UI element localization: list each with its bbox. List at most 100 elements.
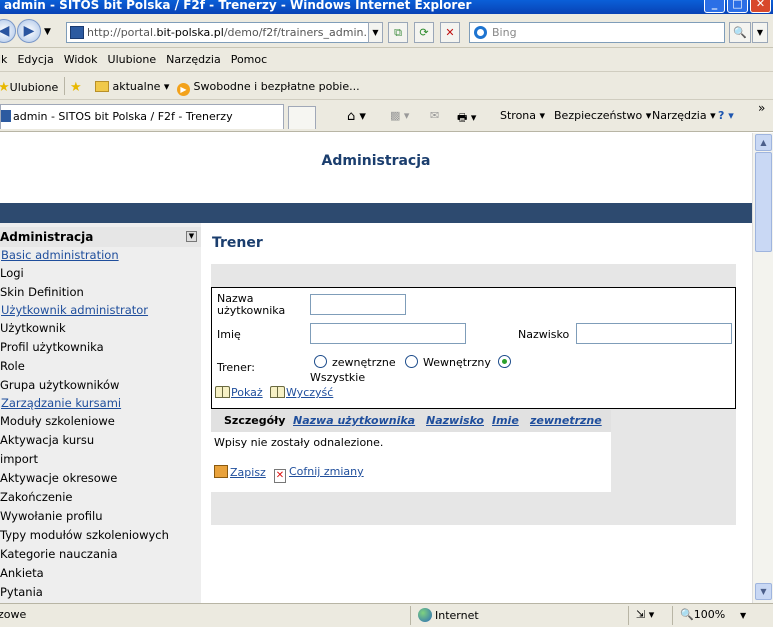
site-favicon-icon: [70, 26, 84, 39]
tab-trenerzy[interactable]: admin - SITOS bit Polska / F2f - Trenerz…: [0, 104, 284, 129]
main-content: Trener Nazwa użytkownika Imię Nazwisko T…: [201, 223, 752, 603]
sidebar-item-2[interactable]: Skin Definition: [0, 283, 201, 302]
mail-icon[interactable]: ✉: [430, 109, 439, 122]
help-icon[interactable]: ? ▾: [718, 109, 734, 122]
minimize-button[interactable]: _: [704, 0, 725, 13]
web-page: Administracja Administracja ▼ Basic admi…: [0, 133, 752, 603]
radio-all-label: Wszystkie: [310, 371, 366, 384]
col-username[interactable]: Nazwa użytkownika: [293, 410, 415, 432]
trainer-label: Trener:: [217, 361, 255, 374]
sidebar-item-15[interactable]: Typy modułów szkoleniowych: [0, 526, 201, 545]
radio-all[interactable]: [498, 355, 511, 368]
address-input[interactable]: http://portal.bit-polska.pl/demo/f2f/tra…: [66, 22, 382, 43]
col-details: Szczegóły: [224, 414, 286, 427]
sidebar-item-17[interactable]: Ankieta: [0, 564, 201, 583]
menu-file[interactable]: ik: [0, 53, 7, 66]
compatibility-icon[interactable]: ⧉: [388, 22, 408, 43]
favorites-button[interactable]: ★Ulubione: [0, 80, 58, 95]
favorite-folder-aktualne[interactable]: aktualne ▾: [95, 80, 169, 93]
search-icon[interactable]: 🔍: [729, 22, 751, 43]
tab-favicon-icon: [1, 110, 11, 122]
sidebar-item-5[interactable]: Profil użytkownika: [0, 338, 201, 357]
sidebar-item-14[interactable]: Wywołanie profilu: [0, 507, 201, 526]
radio-external[interactable]: [314, 355, 327, 368]
stop-icon[interactable]: ✕: [440, 22, 460, 43]
menu-tools[interactable]: Narzędzia: [166, 53, 221, 66]
search-input[interactable]: Bing: [469, 22, 725, 43]
clear-button[interactable]: Wyczyść: [270, 386, 333, 399]
undo-button[interactable]: ✕ Cofnij zmiany: [274, 465, 364, 483]
firstname-label: Imię: [217, 328, 241, 341]
sidebar-dropdown-icon[interactable]: ▼: [186, 231, 197, 242]
zoom-icon: 🔍: [680, 608, 694, 621]
sidebar-item-7[interactable]: Grupa użytkowników: [0, 376, 201, 395]
status-divider: [628, 606, 629, 625]
radio-internal-label: Wewnętrzny: [423, 356, 491, 369]
favorite-link-download[interactable]: ▶ Swobodne i bezpłatne pobie...: [177, 80, 360, 96]
page-header: Administracja: [0, 133, 752, 203]
sidebar-item-0[interactable]: Basic administration: [0, 247, 201, 264]
search-options-icon[interactable]: ▼: [752, 22, 768, 43]
history-dropdown-icon[interactable]: ▼: [44, 27, 51, 37]
menu-favorites[interactable]: Ulubione: [108, 53, 157, 66]
lastname-input[interactable]: [576, 323, 732, 344]
sidebar-menu: Basic administration Logi Skin Definition U…: [0, 247, 201, 602]
menu-view[interactable]: Widok: [64, 53, 98, 66]
lastname-label: Nazwisko: [518, 328, 570, 341]
sidebar-item-4[interactable]: Użytkownik: [0, 319, 201, 338]
new-tab-button[interactable]: [288, 106, 316, 129]
page-scrollbar[interactable]: ▲ ▼: [752, 133, 773, 603]
sidebar-item-9[interactable]: Moduły szkoleniowe: [0, 412, 201, 431]
radio-internal[interactable]: [405, 355, 418, 368]
security-zone[interactable]: Internet: [418, 608, 479, 622]
sidebar-item-6[interactable]: Role: [0, 357, 201, 376]
maximize-button[interactable]: □: [727, 0, 748, 13]
scroll-thumb[interactable]: [755, 152, 772, 252]
favorites-star-icon: ★: [0, 80, 10, 95]
sidebar-item-16[interactable]: Kategorie nauczania: [0, 545, 201, 564]
add-favorite-icon[interactable]: ★: [70, 80, 82, 95]
scroll-down-icon[interactable]: ▼: [755, 583, 772, 600]
window-title: admin - SITOS bit Polska / F2f - Trenerz…: [4, 0, 472, 12]
table-footer: Zapisz ✕ Cofnij zmiany: [211, 453, 611, 492]
zoom-control[interactable]: 🔍100%: [680, 608, 725, 621]
more-commands-icon[interactable]: »: [758, 101, 765, 115]
page-menu[interactable]: Strona ▾: [500, 109, 545, 122]
close-window-button[interactable]: ✕: [750, 0, 771, 13]
firstname-input[interactable]: [310, 323, 466, 344]
book-icon: [270, 386, 285, 398]
sidebar-item-13[interactable]: Zakończenie: [0, 488, 201, 507]
content-title: Trener: [212, 235, 263, 251]
show-button[interactable]: Pokaż: [215, 386, 263, 399]
safety-menu[interactable]: Bezpieczeństwo ▾: [554, 109, 651, 122]
page-header-title: Administracja: [321, 153, 431, 169]
menu-edit[interactable]: Edycja: [17, 53, 53, 66]
col-external[interactable]: zewnetrzne: [530, 410, 602, 432]
scroll-up-icon[interactable]: ▲: [755, 134, 772, 151]
col-firstname[interactable]: Imie: [492, 410, 519, 432]
zoom-dropdown-icon[interactable]: ▼: [740, 611, 746, 620]
col-lastname[interactable]: Nazwisko: [426, 410, 484, 432]
sidebar-item-12[interactable]: Aktywacje okresowe: [0, 469, 201, 488]
sidebar-item-18[interactable]: Pytania: [0, 583, 201, 602]
sidebar-item-3[interactable]: Użytkownik administrator: [0, 302, 201, 319]
menu-help[interactable]: Pomoc: [231, 53, 267, 66]
save-button[interactable]: Zapisz: [214, 465, 266, 479]
back-button[interactable]: ◀: [0, 19, 16, 43]
sidebar-item-10[interactable]: Aktywacja kursu: [0, 431, 201, 450]
status-text: zowe: [0, 608, 27, 621]
forward-button[interactable]: ▶: [17, 19, 41, 43]
username-input[interactable]: [310, 294, 406, 315]
address-dropdown-icon[interactable]: ▼: [368, 22, 383, 43]
feeds-icon[interactable]: ▩ ▾: [390, 109, 409, 122]
tools-menu[interactable]: Narzędzia ▾: [652, 109, 716, 122]
sidebar-item-11[interactable]: import: [0, 450, 201, 469]
print-icon[interactable]: 🖶 ▾: [457, 109, 476, 128]
tab-bar: admin - SITOS bit Polska / F2f - Trenerz…: [0, 100, 773, 132]
home-icon[interactable]: ⌂ ▾: [347, 109, 366, 124]
protected-mode-icon[interactable]: ⇲ ▾: [636, 608, 654, 621]
sidebar-item-1[interactable]: Logi: [0, 264, 201, 283]
sidebar-item-8[interactable]: Zarządzanie kursami: [0, 395, 201, 412]
refresh-icon[interactable]: ⟳: [414, 22, 434, 43]
sidebar: Administracja ▼ Basic administration Logi…: [0, 223, 201, 603]
